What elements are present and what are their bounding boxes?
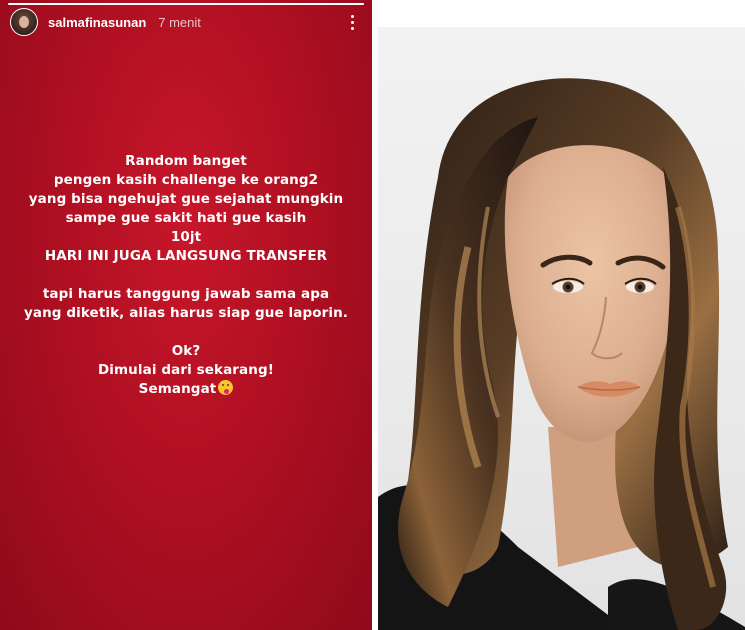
story-progress-bar xyxy=(8,3,364,5)
kissing-face-emoji-icon xyxy=(218,380,234,395)
story-panel[interactable]: salmafinasunan 7 menit Random banget pen… xyxy=(0,0,372,630)
story-line: Ok? xyxy=(171,343,201,359)
story-line: 10jt xyxy=(170,229,202,245)
story-line-text: Semangat xyxy=(138,381,217,397)
story-username[interactable]: salmafinasunan xyxy=(48,15,146,30)
story-timestamp: 7 menit xyxy=(158,14,201,30)
story-header: salmafinasunan 7 menit xyxy=(10,6,362,38)
story-line: yang diketik, alias harus siap gue lapor… xyxy=(23,305,349,321)
portrait-illustration xyxy=(378,78,745,630)
story-line-last: Semangat xyxy=(10,380,362,399)
story-line: yang bisa ngehujat gue sejahat mungkin xyxy=(28,191,344,207)
story-line: Dimulai dari sekarang! xyxy=(97,362,274,378)
story-text: Random banget pengen kasih challenge ke … xyxy=(10,152,362,399)
story-progress-fill xyxy=(8,3,364,5)
story-line-gap xyxy=(10,266,362,285)
avatar[interactable] xyxy=(10,8,38,36)
more-options-icon[interactable] xyxy=(342,10,362,34)
story-line: HARI INI JUGA LANGSUNG TRANSFER xyxy=(44,248,328,264)
story-line: tapi harus tanggung jawab sama apa xyxy=(42,286,330,302)
portrait-photo xyxy=(378,27,745,630)
story-line: sampe gue sakit hati gue kasih xyxy=(65,210,307,226)
story-line-gap xyxy=(10,323,362,342)
story-line: Random banget xyxy=(125,153,247,169)
story-line: pengen kasih challenge ke orang2 xyxy=(53,172,319,188)
